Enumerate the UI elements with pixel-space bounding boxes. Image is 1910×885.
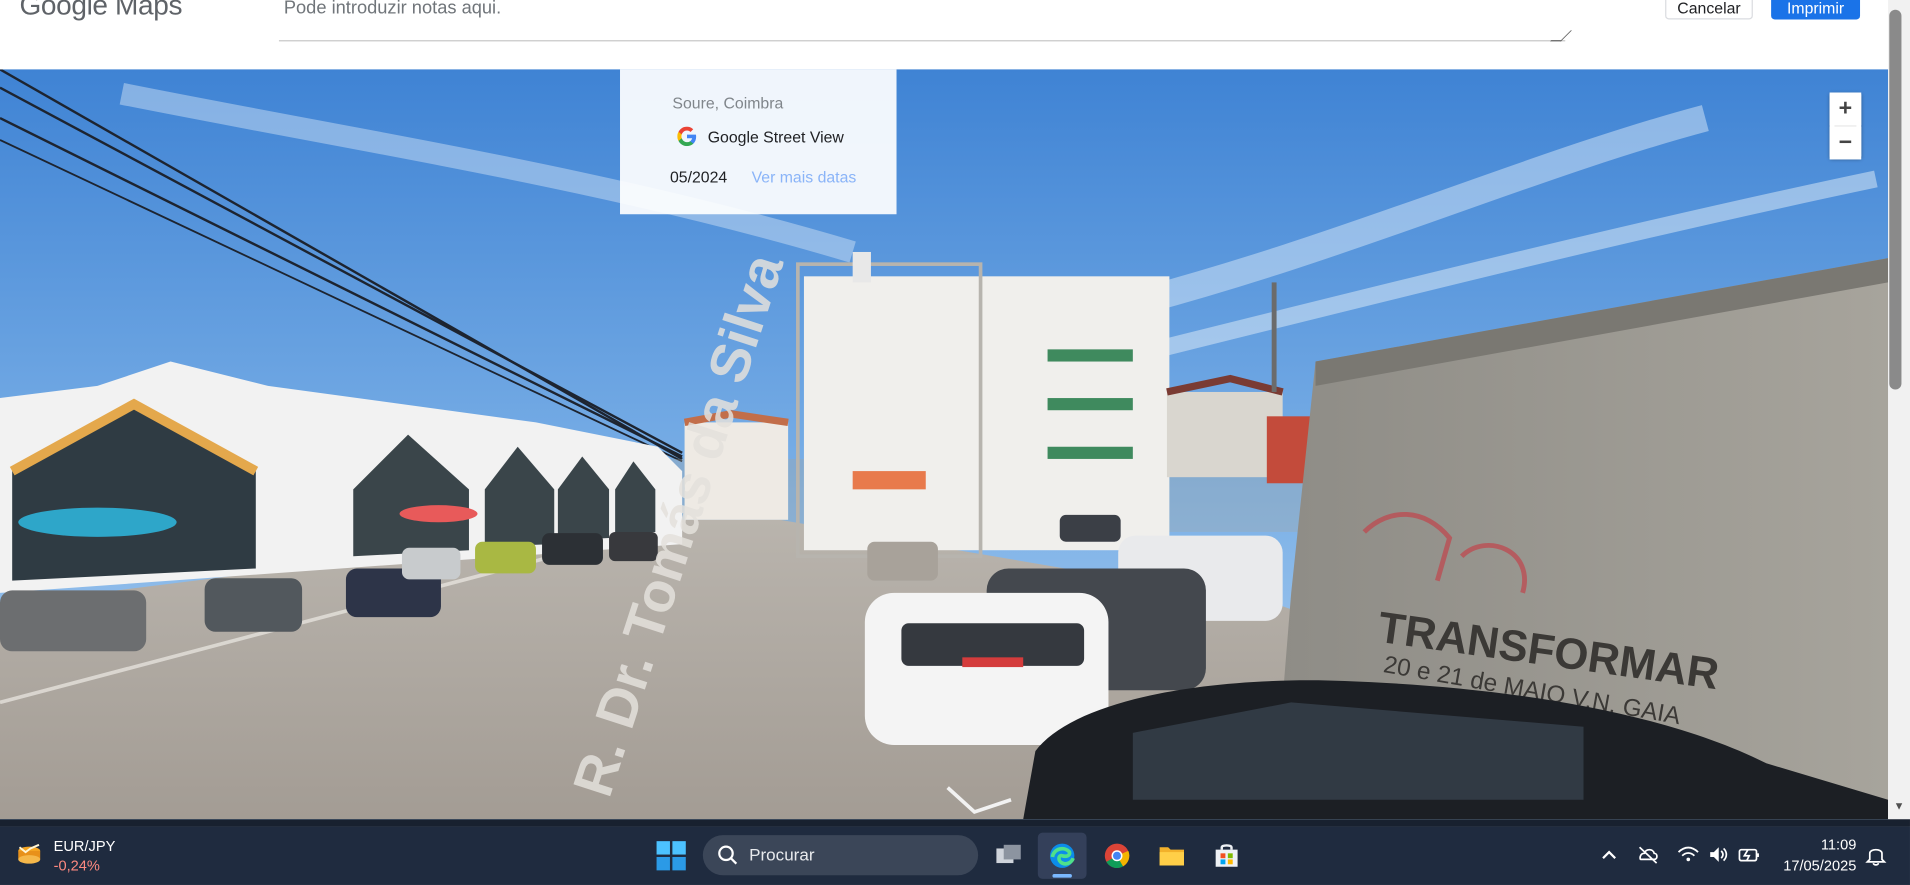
provider-label: Google Street View xyxy=(707,127,844,146)
wifi-icon[interactable] xyxy=(1676,842,1700,866)
scrollbar-thumb[interactable] xyxy=(1889,9,1902,390)
taskbar-search-box[interactable]: Procurar xyxy=(702,835,979,876)
zoom-out-button[interactable]: − xyxy=(1829,126,1862,160)
notes-textarea[interactable] xyxy=(278,0,1566,42)
onedrive-offline-icon[interactable] xyxy=(1636,842,1660,866)
scroll-down-arrow-icon[interactable]: ▼ xyxy=(1888,797,1910,814)
currency-change-value: -0,24% xyxy=(53,856,100,875)
location-label: Soure, Coimbra xyxy=(672,93,784,112)
zoom-in-button[interactable]: + xyxy=(1829,92,1862,126)
volume-icon[interactable] xyxy=(1707,842,1731,866)
clock-time[interactable]: 11:09 xyxy=(1810,836,1856,853)
provider-row: Google Street View xyxy=(677,126,844,147)
task-view-button[interactable] xyxy=(984,833,1033,879)
store-taskbar-button[interactable] xyxy=(1202,833,1251,879)
chevron-up-icon[interactable] xyxy=(1597,842,1621,866)
battery-charging-icon[interactable] xyxy=(1737,842,1761,866)
currency-pair-label: EUR/JPY xyxy=(53,837,116,855)
windows-start-icon[interactable] xyxy=(652,838,691,875)
google-maps-logo: Google Maps xyxy=(19,0,183,21)
search-placeholder: Procurar xyxy=(749,844,815,865)
folder-icon xyxy=(1159,847,1184,866)
chrome-icon xyxy=(1104,843,1130,868)
search-icon xyxy=(718,845,738,865)
active-app-indicator xyxy=(1052,874,1072,878)
taskbar-border xyxy=(0,819,1910,827)
edge-taskbar-button[interactable] xyxy=(1037,832,1087,879)
zoom-control: + − xyxy=(1829,92,1862,160)
print-button[interactable]: Imprimir xyxy=(1771,0,1861,20)
file-explorer-taskbar-button[interactable] xyxy=(1147,833,1196,879)
print-header: Google Maps Cancelar Imprimir xyxy=(0,0,1889,70)
store-icon xyxy=(1215,844,1238,867)
task-view-icon xyxy=(996,844,1021,864)
notification-icon[interactable] xyxy=(1864,842,1888,866)
chrome-taskbar-button[interactable] xyxy=(1093,833,1142,879)
currency-widget[interactable]: EUR/JPY -0,24% xyxy=(15,836,149,877)
street-scene-illustration: TRANSFORMAR 20 e 21 de MAIO V.N. GAIA R.… xyxy=(0,69,1889,820)
currency-chart-icon xyxy=(18,843,41,864)
clock-date[interactable]: 17/05/2025 xyxy=(1776,857,1856,874)
street-view-image[interactable]: TRANSFORMAR 20 e 21 de MAIO V.N. GAIA R.… xyxy=(0,69,1889,820)
capture-date: 05/2024 xyxy=(669,167,728,187)
edge-icon xyxy=(1050,843,1075,868)
street-view-info-card: Soure, Coimbra Google Street View 05/202… xyxy=(620,69,897,215)
cancel-button[interactable]: Cancelar xyxy=(1665,0,1753,20)
google-g-icon xyxy=(677,126,697,147)
more-dates-link[interactable]: Ver mais datas xyxy=(752,168,857,186)
